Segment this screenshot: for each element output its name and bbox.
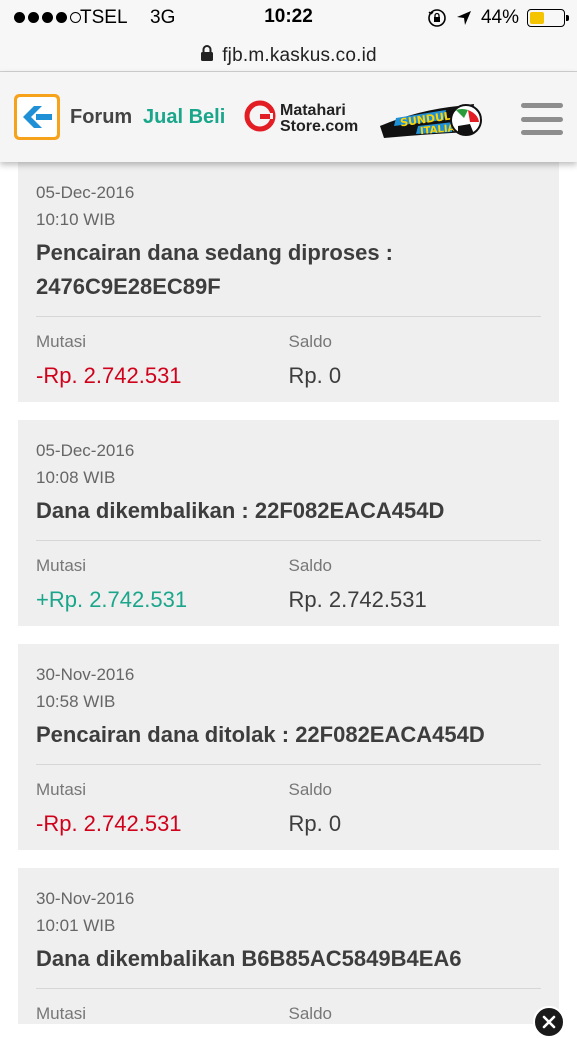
matahari-store-banner[interactable]: Matahari Store.com xyxy=(244,100,358,137)
transaction-date: 05-Dec-2016 xyxy=(36,441,135,460)
close-icon[interactable] xyxy=(533,1006,565,1038)
matahari-line2: Store.com xyxy=(280,117,359,135)
kaskus-logo-icon[interactable] xyxy=(14,94,60,140)
card-divider xyxy=(36,540,541,541)
saldo-value: Rp. 2.742.531 xyxy=(288,587,427,612)
card-divider xyxy=(36,316,541,317)
mutasi-label: Mutasi xyxy=(36,332,87,351)
saldo-label: Saldo xyxy=(288,332,332,351)
transaction-title: Pencairan dana sedang diproses : 2476C9E… xyxy=(36,240,394,299)
matahari-line1: Matahari xyxy=(280,101,346,119)
transaction-card: 05-Dec-2016 10:10 WIB Pencairan dana sed… xyxy=(18,162,559,402)
transaction-title: Dana dikembalikan B6B85AC5849B4EA6 xyxy=(36,946,462,971)
mutasi-label: Mutasi xyxy=(36,556,87,575)
transaction-time: 10:01 WIB xyxy=(36,916,116,935)
transaction-title: Pencairan dana ditolak : 22F082EACA454D xyxy=(36,722,485,747)
nav-forum-link[interactable]: Forum xyxy=(70,106,132,129)
battery-icon xyxy=(527,9,569,27)
transaction-time: 10:58 WIB xyxy=(36,692,116,711)
saldo-label: Saldo xyxy=(288,556,332,575)
transaction-date: 05-Dec-2016 xyxy=(36,183,135,202)
battery-level-fill xyxy=(530,12,545,24)
card-divider xyxy=(36,988,541,989)
transaction-title: Dana dikembalikan : 22F082EACA454D xyxy=(36,498,445,523)
battery-percent: 44% xyxy=(480,7,519,28)
lock-icon xyxy=(200,44,214,67)
saldo-value: Rp. 0 xyxy=(288,811,342,836)
italia-text: ITALIA xyxy=(420,123,456,137)
url-text[interactable]: fjb.m.kaskus.co.id xyxy=(222,45,377,67)
mutasi-value: +Rp. 2.742.531 xyxy=(36,587,188,612)
saldo-value: Rp. 0 xyxy=(288,363,342,388)
mutasi-value: -Rp. 2.742.531 xyxy=(36,811,182,836)
transaction-date: 30-Nov-2016 xyxy=(36,889,135,908)
sundul-italia-banner[interactable]: SUNDUL ITALIA xyxy=(378,96,484,147)
transaction-card: 30-Nov-2016 10:58 WIB Pencairan dana dit… xyxy=(18,644,559,850)
mutasi-label: Mutasi xyxy=(36,1004,87,1023)
transaction-time: 10:08 WIB xyxy=(36,468,116,487)
status-right-group: 44% xyxy=(427,7,569,29)
url-bar[interactable]: fjb.m.kaskus.co.id xyxy=(0,40,577,72)
saldo-label: Saldo xyxy=(288,1004,332,1023)
transaction-card: 05-Dec-2016 10:08 WIB Dana dikembalikan … xyxy=(18,420,559,626)
mutasi-label: Mutasi xyxy=(36,780,87,799)
orientation-lock-icon xyxy=(427,8,447,28)
hamburger-menu-icon[interactable] xyxy=(521,103,563,135)
status-bar: TSEL 3G 10:22 44% xyxy=(0,0,577,40)
transaction-time: 10:10 WIB xyxy=(36,210,116,229)
nav-jual-beli-link[interactable]: Jual Beli xyxy=(143,106,225,129)
saldo-label: Saldo xyxy=(288,780,332,799)
card-divider xyxy=(36,764,541,765)
matahari-logo-icon xyxy=(244,100,276,137)
site-header: Forum Jual Beli Matahari Store.com SUNDU… xyxy=(0,72,577,162)
location-arrow-icon xyxy=(455,9,473,27)
transaction-date: 30-Nov-2016 xyxy=(36,665,135,684)
transaction-card: 30-Nov-2016 10:01 WIB Dana dikembalikan … xyxy=(18,868,559,1024)
mutasi-value: -Rp. 2.742.531 xyxy=(36,363,182,388)
transaction-list[interactable]: 05-Dec-2016 10:10 WIB Pencairan dana sed… xyxy=(0,162,577,1024)
matahari-text: Matahari Store.com xyxy=(280,101,359,135)
